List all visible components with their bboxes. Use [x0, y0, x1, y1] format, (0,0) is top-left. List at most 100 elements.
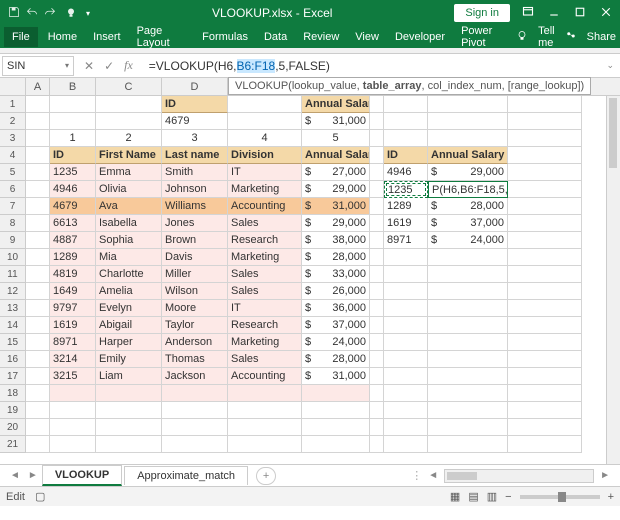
tab-nav-next-icon[interactable]: ► [24, 470, 42, 481]
cell[interactable] [508, 283, 582, 300]
tab-formulas[interactable]: Formulas [194, 27, 256, 47]
cell[interactable] [228, 96, 302, 113]
cell[interactable] [26, 232, 50, 249]
cell[interactable] [508, 130, 582, 147]
row-header[interactable]: 11 [0, 266, 26, 283]
tab-developer[interactable]: Developer [387, 27, 453, 47]
row-header[interactable]: 6 [0, 181, 26, 198]
cell[interactable] [428, 385, 508, 402]
cell[interactable] [162, 436, 228, 453]
cell[interactable] [302, 419, 370, 436]
row-header[interactable]: 9 [0, 232, 26, 249]
cell[interactable] [370, 300, 384, 317]
column-header[interactable]: C [96, 78, 162, 95]
ribbon-options-icon[interactable] [522, 6, 534, 21]
cell[interactable] [370, 249, 384, 266]
tab-view[interactable]: View [347, 27, 387, 47]
cell[interactable] [370, 198, 384, 215]
cell[interactable] [508, 181, 582, 198]
cell[interactable]: 24,000 [302, 334, 370, 351]
cell[interactable]: 1289 [50, 249, 96, 266]
cell[interactable] [26, 317, 50, 334]
cell[interactable]: Miller [162, 266, 228, 283]
cell[interactable]: Smith [162, 164, 228, 181]
cell[interactable]: Division [228, 147, 302, 164]
zoom-in-button[interactable]: + [608, 491, 614, 503]
row-header[interactable]: 14 [0, 317, 26, 334]
cell[interactable] [26, 334, 50, 351]
cell[interactable]: 24,000 [428, 232, 508, 249]
cell[interactable]: IT [228, 164, 302, 181]
cell[interactable] [508, 300, 582, 317]
cell[interactable] [508, 232, 582, 249]
cell[interactable] [26, 113, 50, 130]
enter-formula-icon[interactable]: ✓ [104, 59, 114, 73]
cell[interactable]: Wilson [162, 283, 228, 300]
cell[interactable]: Harper [96, 334, 162, 351]
cell[interactable] [50, 96, 96, 113]
zoom-slider[interactable] [520, 495, 600, 499]
cell[interactable] [162, 402, 228, 419]
cell[interactable]: Annual Salary [428, 147, 508, 164]
cell[interactable] [26, 385, 50, 402]
close-icon[interactable] [600, 6, 612, 21]
cell[interactable] [508, 113, 582, 130]
cell[interactable] [508, 368, 582, 385]
cell[interactable] [508, 317, 582, 334]
cell[interactable] [370, 334, 384, 351]
bulb-icon[interactable] [62, 4, 80, 22]
cell[interactable]: 1289 [384, 198, 428, 215]
cell[interactable]: Accounting [228, 368, 302, 385]
cell[interactable]: 1235 [50, 164, 96, 181]
sheet-tab-vlookup[interactable]: VLOOKUP [42, 465, 122, 486]
active-cell[interactable]: P(H6,B6:F18,5,FA [428, 181, 508, 198]
cell[interactable] [26, 249, 50, 266]
cell[interactable] [26, 283, 50, 300]
cell[interactable] [384, 300, 428, 317]
cell[interactable]: Annual Salary [302, 96, 370, 113]
cell[interactable]: Mia [96, 249, 162, 266]
cell[interactable]: Emily [96, 351, 162, 368]
cell[interactable] [428, 368, 508, 385]
cell[interactable] [370, 266, 384, 283]
cell[interactable] [96, 419, 162, 436]
cell[interactable]: Sales [228, 266, 302, 283]
cell[interactable]: Sales [228, 283, 302, 300]
cell[interactable] [428, 436, 508, 453]
minimize-icon[interactable] [548, 6, 560, 21]
cell[interactable]: 8971 [50, 334, 96, 351]
cell[interactable]: 29,000 [302, 181, 370, 198]
cell[interactable] [50, 436, 96, 453]
cell[interactable] [302, 402, 370, 419]
cell[interactable] [370, 419, 384, 436]
cell[interactable] [384, 130, 428, 147]
cell[interactable] [50, 113, 96, 130]
cell[interactable] [508, 249, 582, 266]
cell[interactable] [26, 266, 50, 283]
cell[interactable] [508, 351, 582, 368]
cell[interactable] [162, 419, 228, 436]
cell[interactable] [370, 385, 384, 402]
cell[interactable]: Johnson [162, 181, 228, 198]
cell[interactable]: 31,000 [302, 113, 370, 130]
tab-page-layout[interactable]: Page Layout [129, 21, 195, 53]
cell[interactable] [428, 300, 508, 317]
cell[interactable]: Marketing [228, 334, 302, 351]
fx-icon[interactable]: fx [124, 58, 133, 73]
cell[interactable] [508, 436, 582, 453]
column-header[interactable]: D [162, 78, 228, 95]
cell[interactable] [26, 181, 50, 198]
cell[interactable]: 28,000 [428, 198, 508, 215]
cell[interactable] [370, 164, 384, 181]
cell[interactable]: 3 [162, 130, 228, 147]
undo-icon[interactable] [26, 6, 38, 21]
cell[interactable]: 3215 [50, 368, 96, 385]
cell[interactable]: Sales [228, 215, 302, 232]
cell[interactable] [162, 385, 228, 402]
cell[interactable] [384, 96, 428, 113]
cell[interactable]: Marketing [228, 181, 302, 198]
cell[interactable]: Moore [162, 300, 228, 317]
cell[interactable] [96, 402, 162, 419]
view-normal-icon[interactable]: ▦ [450, 490, 460, 503]
cell[interactable] [370, 317, 384, 334]
